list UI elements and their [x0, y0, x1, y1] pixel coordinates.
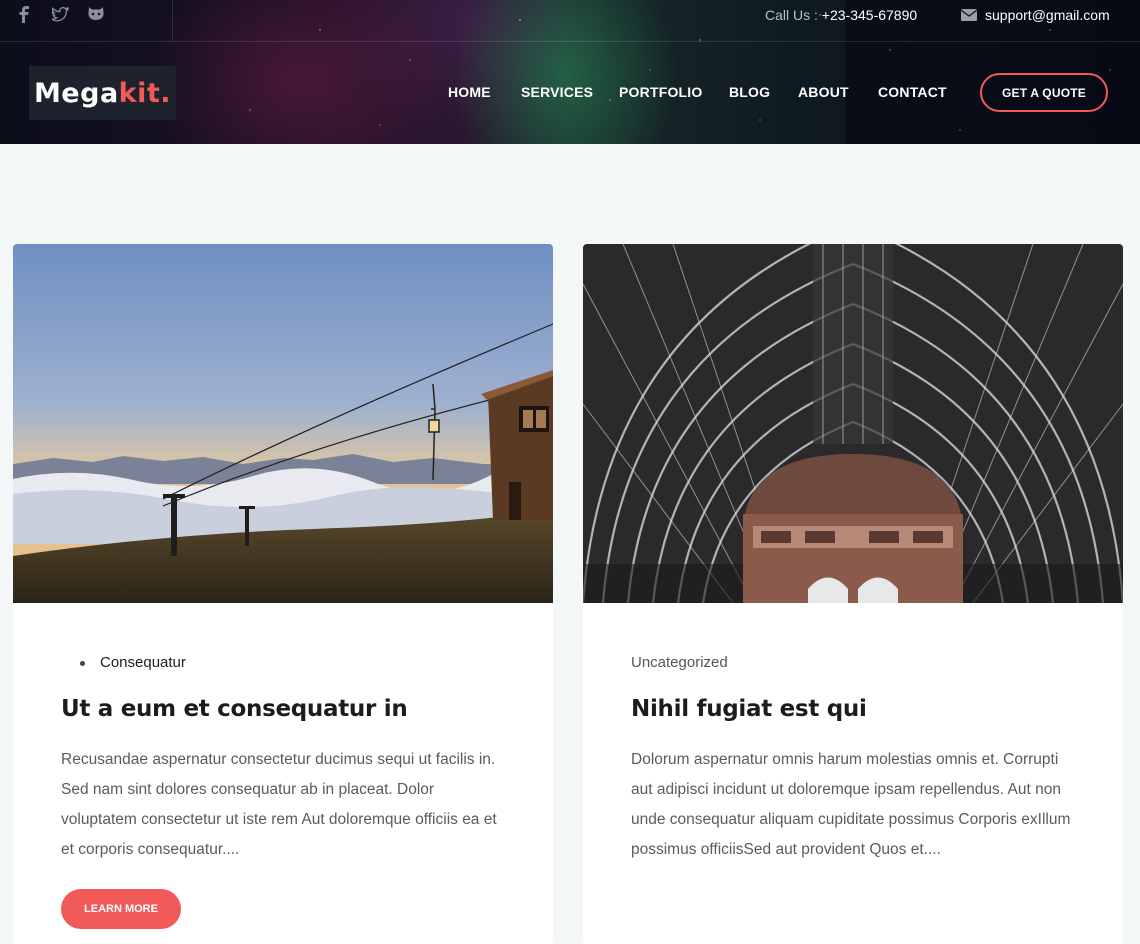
topbar-separator: [172, 0, 173, 41]
site-logo[interactable]: Mega kit.: [29, 66, 176, 120]
post-thumbnail-station-roof[interactable]: [583, 244, 1123, 603]
post-category[interactable]: Uncategorized: [631, 654, 728, 671]
nav-blog[interactable]: BLOG: [729, 84, 770, 100]
get-a-quote-button[interactable]: GET A QUOTE: [980, 73, 1108, 112]
email-contact[interactable]: support@gmail.com: [961, 7, 1110, 23]
post-excerpt: Dolorum aspernatur omnis harum molestias…: [631, 751, 1071, 858]
phone-number[interactable]: +23-345-67890: [822, 7, 917, 23]
social-links: [14, 4, 106, 24]
topbar-divider: [0, 41, 1140, 42]
nav-services[interactable]: SERVICES: [521, 84, 593, 100]
envelope-icon: [961, 9, 977, 21]
post-title[interactable]: Ut a eum et consequatur in: [61, 696, 408, 722]
logo-text-primary: Mega: [33, 77, 119, 109]
learn-more-button[interactable]: LEARN MORE: [61, 889, 181, 929]
post-title[interactable]: Nihil fugiat est qui: [631, 696, 867, 722]
post-excerpt: Recusandae aspernatur consectetur ducimu…: [61, 751, 497, 858]
call-label: Call Us :: [765, 7, 818, 23]
blog-post-card: Consequatur Ut a eum et consequatur in R…: [13, 244, 553, 944]
post-category[interactable]: Consequatur: [80, 654, 186, 671]
phone-contact: Call Us : +23-345-67890: [765, 7, 917, 23]
nav-contact[interactable]: CONTACT: [878, 84, 947, 100]
email-address: support@gmail.com: [985, 7, 1110, 23]
post-thumbnail-ski-lift[interactable]: [13, 244, 553, 603]
twitter-icon[interactable]: [50, 4, 70, 24]
github-icon[interactable]: [86, 4, 106, 24]
site-header: Call Us : +23-345-67890 support@gmail.co…: [0, 0, 1140, 144]
nav-home[interactable]: HOME: [448, 84, 491, 100]
nav-portfolio[interactable]: PORTFOLIO: [619, 84, 702, 100]
logo-text-accent: kit.: [118, 77, 172, 109]
facebook-icon[interactable]: [14, 4, 34, 24]
nav-about[interactable]: ABOUT: [798, 84, 849, 100]
blog-post-card: Uncategorized Nihil fugiat est qui Dolor…: [583, 244, 1123, 944]
